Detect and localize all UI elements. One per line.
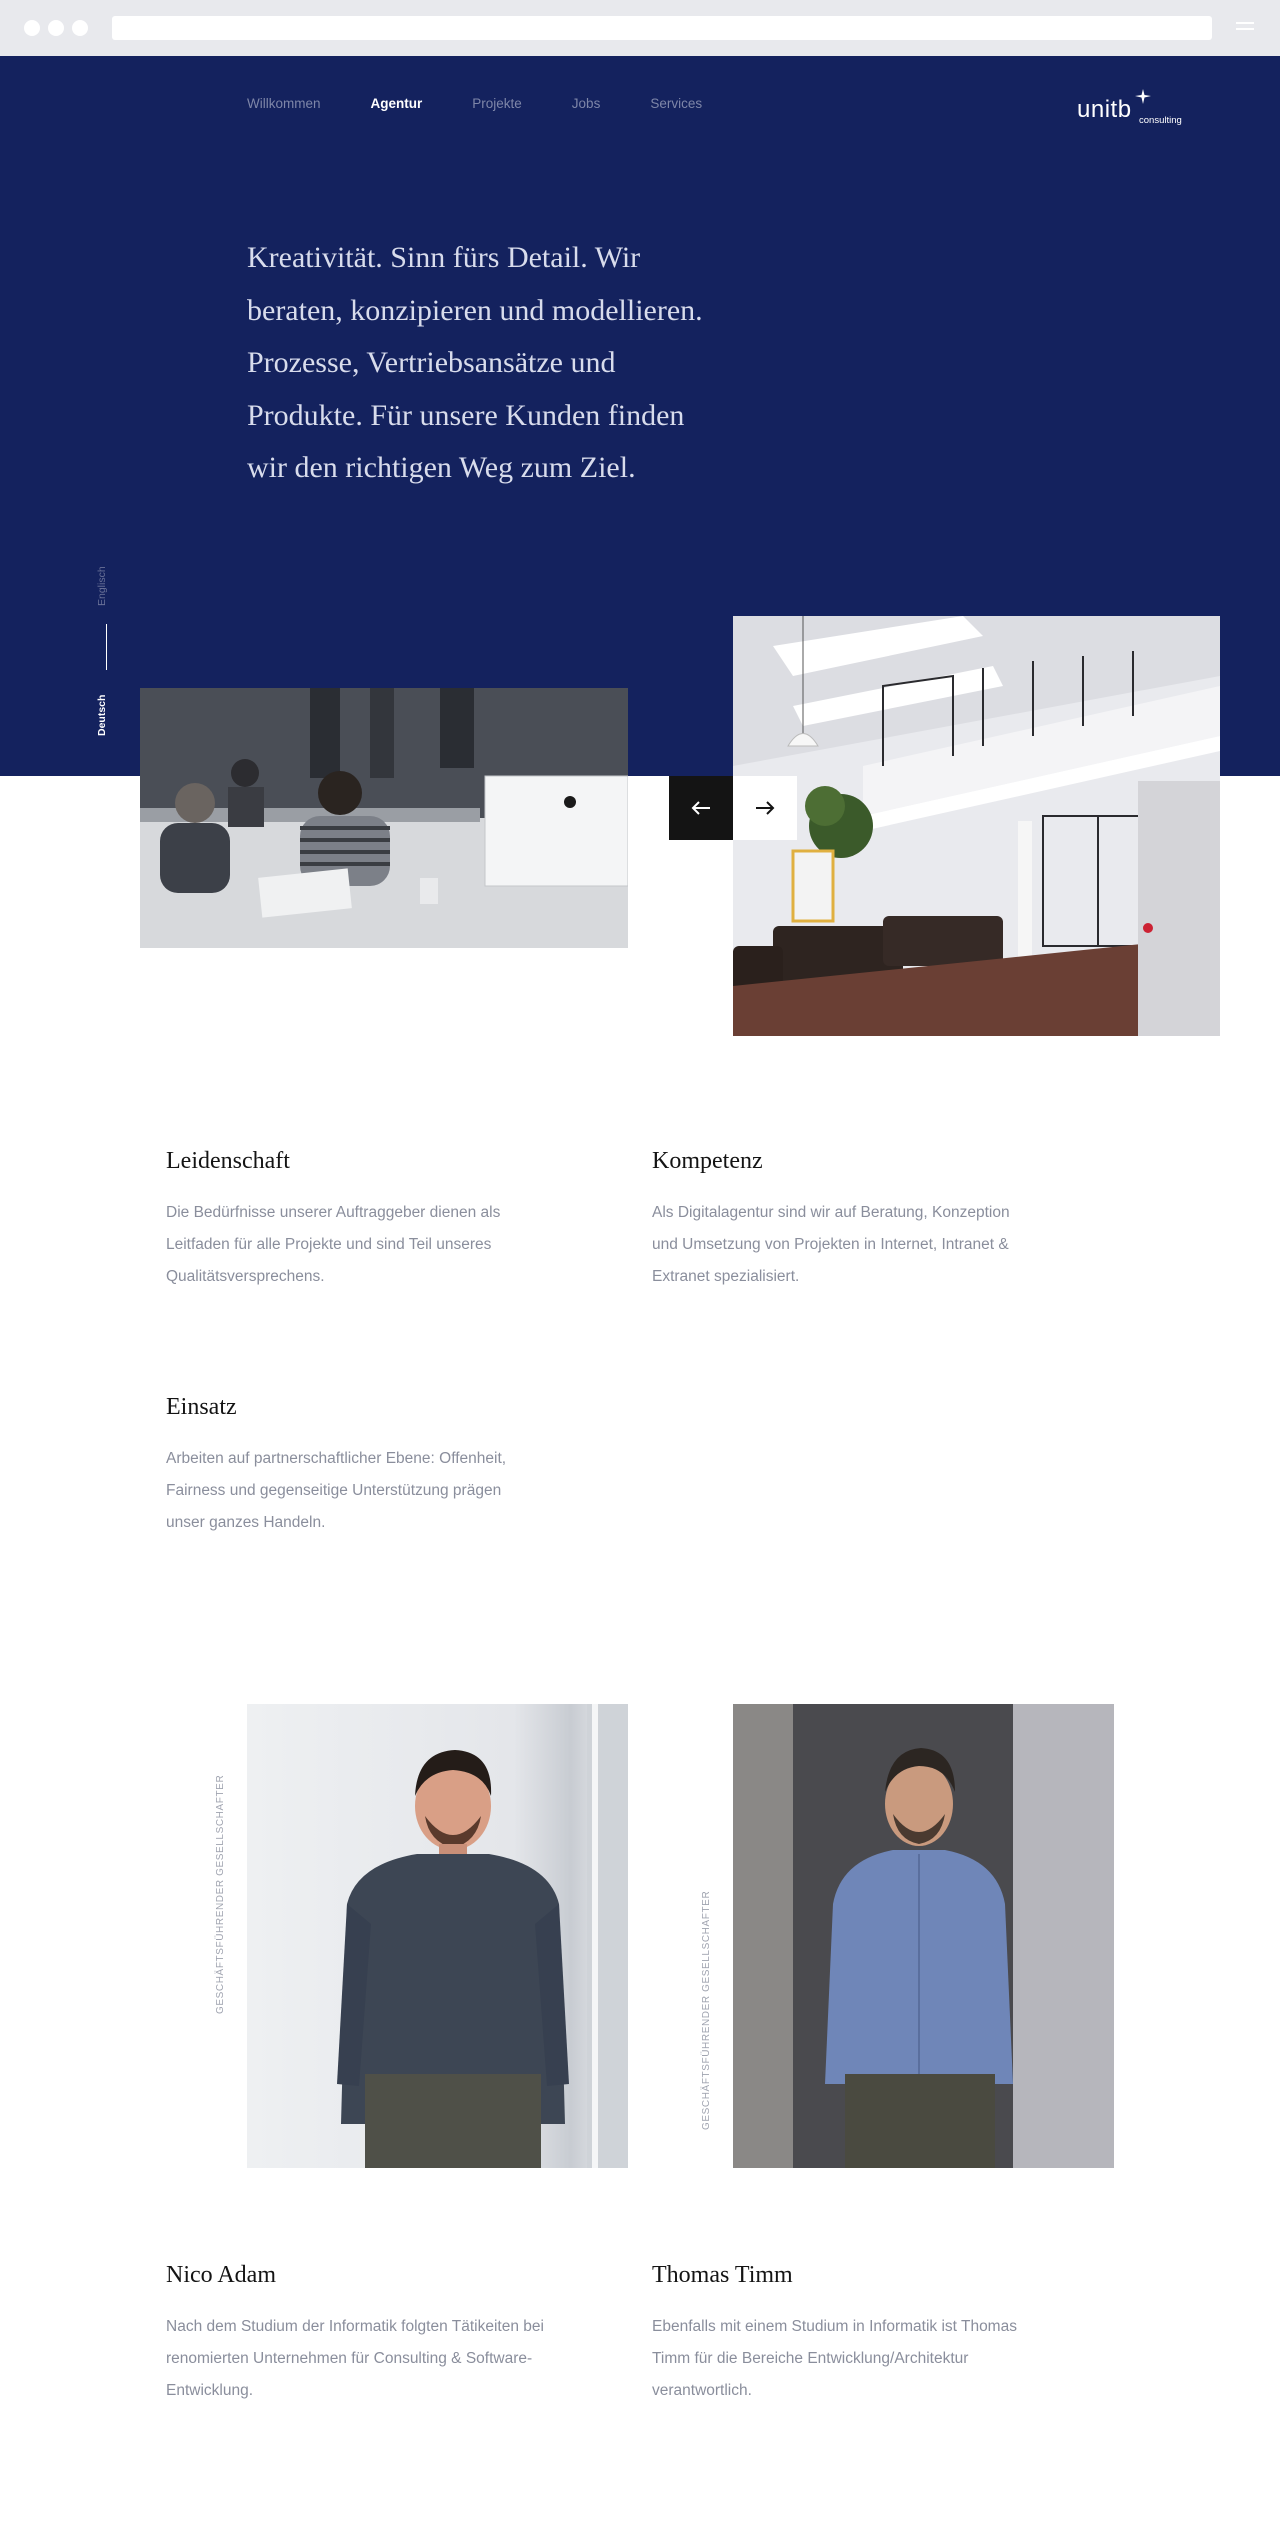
value-text: Die Bedürfnisse unserer Auftraggeber die… xyxy=(166,1204,501,1285)
logo-star-icon xyxy=(1135,89,1151,104)
language-switcher: Englisch Deutsch xyxy=(96,556,118,736)
nav-willkommen[interactable]: Willkommen xyxy=(247,96,321,111)
team-role-label: GESCHÄFTSFÜHRENDER GESELLSCHAFTER xyxy=(215,1774,226,2014)
slider-next-button[interactable] xyxy=(733,776,797,840)
nav-agentur[interactable]: Agentur xyxy=(371,96,423,111)
window-close-dot[interactable] xyxy=(24,20,40,36)
value-text: Als Digitalagentur sind wir auf Beratung… xyxy=(652,1204,1010,1285)
office-loft-photo xyxy=(733,616,1220,1036)
slider-prev-button[interactable] xyxy=(669,776,733,840)
nav-projekte[interactable]: Projekte xyxy=(472,96,522,111)
window-minimize-dot[interactable] xyxy=(48,20,64,36)
team-role-label: GESCHÄFTSFÜHRENDER GESELLSCHAFTER xyxy=(701,1890,712,2130)
value-title: Leidenschaft xyxy=(166,1148,290,1174)
window-maximize-dot[interactable] xyxy=(72,20,88,36)
portrait-thomas-timm xyxy=(733,1704,1114,2168)
browser-menu-icon[interactable] xyxy=(1236,22,1254,34)
browser-chrome xyxy=(0,0,1280,56)
language-option-englisch[interactable]: Englisch xyxy=(96,556,118,606)
arrow-right-icon xyxy=(756,801,775,815)
main-nav: Willkommen Agentur Projekte Jobs Service… xyxy=(247,96,752,111)
value-block-kompetenz: Kompetenz Als Digitalagentur sind wir au… xyxy=(652,1148,1032,1293)
team-member-bio: Ebenfalls mit einem Studium in Informati… xyxy=(652,2318,1017,2399)
value-block-einsatz: Einsatz Arbeiten auf partnerschaftlicher… xyxy=(166,1394,526,1539)
logo-wordmark: unitb xyxy=(1077,96,1132,123)
nav-jobs[interactable]: Jobs xyxy=(572,96,601,111)
language-divider xyxy=(106,624,107,670)
nav-services[interactable]: Services xyxy=(650,96,702,111)
logo-subtitle: consulting xyxy=(1139,115,1182,126)
team-member-bio: Nach dem Studium der Informatik folgten … xyxy=(166,2318,544,2399)
brand-logo[interactable]: unitb consulting xyxy=(1077,88,1197,132)
office-team-photo xyxy=(140,688,628,948)
value-text: Arbeiten auf partnerschaftlicher Ebene: … xyxy=(166,1450,507,1531)
team-member-nico-adam: Nico Adam Nach dem Studium der Informati… xyxy=(166,2262,566,2407)
value-block-leidenschaft: Leidenschaft Die Bedürfnisse unserer Auf… xyxy=(166,1148,546,1293)
address-bar[interactable] xyxy=(112,16,1212,40)
value-title: Kompetenz xyxy=(652,1148,763,1174)
team-member-name: Thomas Timm xyxy=(652,2262,793,2288)
hero-statement: Kreativität. Sinn fürs Detail. Wir berat… xyxy=(247,241,703,484)
portrait-nico-adam xyxy=(247,1704,628,2168)
team-member-thomas-timm: Thomas Timm Ebenfalls mit einem Studium … xyxy=(652,2262,1052,2407)
team-member-name: Nico Adam xyxy=(166,2262,276,2288)
language-option-deutsch[interactable]: Deutsch xyxy=(96,684,118,736)
arrow-left-icon xyxy=(691,801,710,815)
value-title: Einsatz xyxy=(166,1394,237,1420)
